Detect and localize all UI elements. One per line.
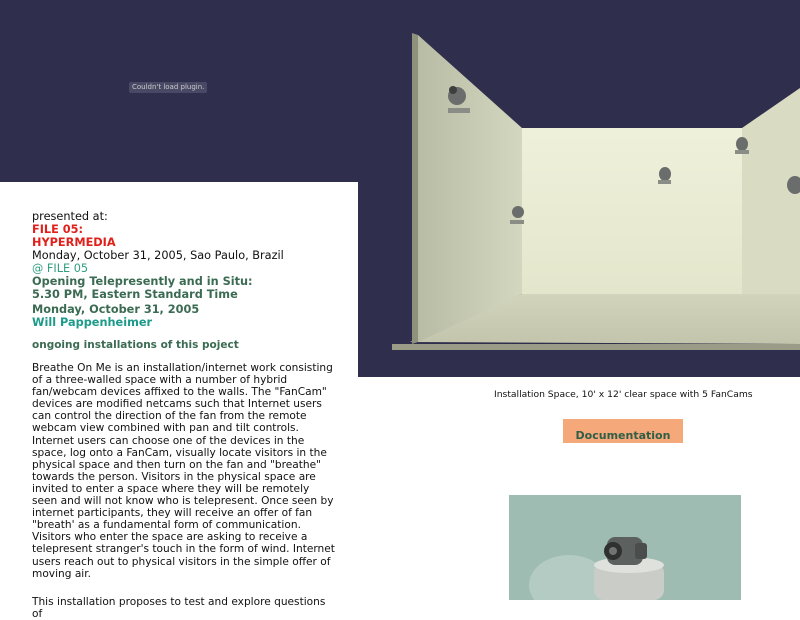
ongoing-installations-link[interactable]: ongoing installations of this poject	[32, 339, 337, 352]
presented-label: presented at:	[32, 210, 108, 223]
plugin-error-message[interactable]: Couldn't load plugin.	[129, 82, 208, 93]
opening-heading: Opening Telepresently and in Situ:	[32, 275, 253, 288]
opening-date: Monday, October 31, 2005	[32, 303, 200, 316]
event-date-place: Monday, October 31, 2005, Sao Paulo, Bra…	[32, 249, 284, 262]
documentation-button[interactable]: Documentation	[563, 419, 683, 443]
at-file-link[interactable]: @ FILE 05	[32, 262, 337, 275]
opening-time: 5.30 PM, Eastern Standard Time	[32, 288, 238, 301]
description-paragraph-2: This installation proposes to test and e…	[32, 595, 326, 620]
event-name-line1[interactable]: FILE 05:	[32, 223, 337, 236]
installation-render-image	[392, 33, 800, 350]
presentation-info: presented at: FILE 05: HYPERMEDIA Monday…	[32, 210, 337, 620]
fancam-photo-thumbnail[interactable]	[509, 495, 741, 600]
author-link[interactable]: Will Pappenheimer	[32, 316, 337, 329]
description-paragraph: Breathe On Me is an installation/interne…	[32, 362, 335, 580]
event-name-line2[interactable]: HYPERMEDIA	[32, 236, 337, 249]
image-caption: Installation Space, 10' x 12' clear spac…	[494, 389, 753, 400]
